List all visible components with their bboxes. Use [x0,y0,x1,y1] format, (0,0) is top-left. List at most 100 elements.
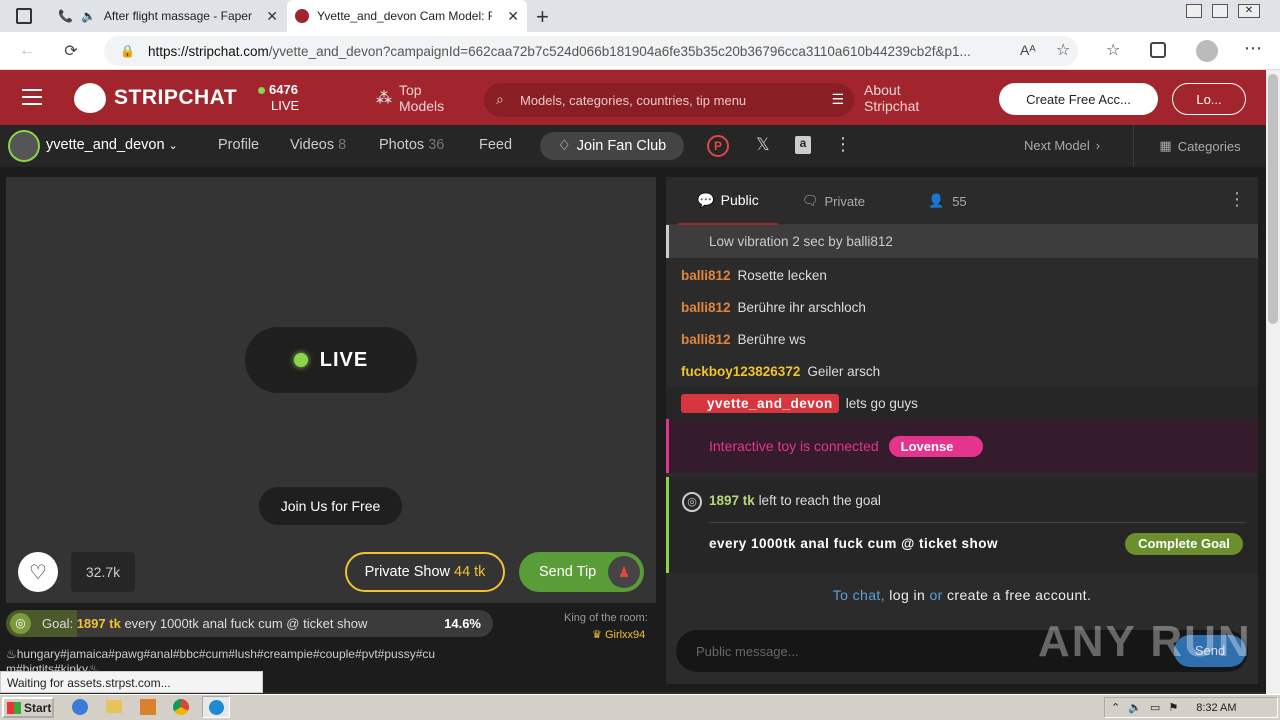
tab-private[interactable]: 🗨 Private [802,177,865,225]
x-twitter-icon[interactable]: 𝕏 [756,135,770,155]
tray-up-icon[interactable]: ⌃ [1111,701,1120,714]
lock-icon: 🔒 [120,44,135,58]
chat-message-model: yvette_and_devon lets go guys [666,387,1258,419]
url-host: https://stripchat.com [148,43,269,59]
join-free-button[interactable]: Join Us for Free [259,487,402,525]
tab-feed[interactable]: Feed [479,137,512,153]
private-show-button[interactable]: Private Show 44 tk [345,552,505,592]
chat-panel: 💬 Public 🗨 Private 👤 55 ⋮ Low vibration 2 s… [666,177,1258,684]
system-tray: ⌃ 🔈 ▭ ⚑ 8:32 AM [1104,697,1278,718]
chrome-icon[interactable] [173,699,189,715]
url-field[interactable]: 🔒 https://stripchat.com/yvette_and_devon… [104,36,1078,66]
chat-message: balli812 Rosette lecken [681,267,827,283]
network-icon[interactable]: ▭ [1150,701,1160,714]
tab-photos[interactable]: Photos 36 [379,137,444,153]
search-input[interactable]: ⌕ Models, categories, countries, tip men… [484,83,854,117]
hamburger-menu-icon[interactable] [22,89,42,105]
phone-icon: 📞 [58,9,73,23]
chat-message: balli812 Berühre ihr arschloch [681,299,866,315]
target-icon: ◎ [682,492,702,512]
media-icon[interactable] [140,699,156,715]
tab-videos[interactable]: Videos 8 [290,137,346,153]
users-count[interactable]: 👤 55 [928,177,967,225]
video-player[interactable]: LIVE Join Us for Free ♡ 32.7k Private Sh… [6,177,656,603]
browser-tab-bar: 📞 🔈 After flight massage - Faper ✕ Yvett… [0,0,1280,32]
likes-count: 32.7k [71,552,135,592]
complete-goal-button[interactable]: Complete Goal [1125,533,1243,555]
watermark: ANY RUN [1038,617,1252,666]
folder-icon[interactable] [106,700,122,713]
status-text: Waiting for assets.strpst.com... [0,671,263,693]
profile-avatar[interactable] [1196,40,1218,62]
king-label: King of the room: [564,612,648,624]
favorite-button[interactable]: ♡ [18,552,58,592]
model-avatar[interactable] [8,130,40,162]
collections-icon[interactable] [1150,42,1166,58]
read-aloud-icon[interactable]: Aᴬ [1020,42,1036,58]
close-icon[interactable]: ✕ [507,8,519,25]
more-vertical-icon[interactable]: ⋮ [834,134,852,155]
chat-menu-icon[interactable]: ⋮ [1228,189,1246,210]
join-fan-club-button[interactable]: ♢ Join Fan Club [540,132,684,160]
logo[interactable]: STRIPCHAT [74,83,237,113]
next-model-button[interactable]: Next Model › [1024,138,1100,153]
toy-connected-notice: Interactive toy is connected Lovense [666,419,1258,473]
patreon-icon[interactable]: P [707,135,729,157]
about-link[interactable]: About Stripchat [864,82,919,114]
live-count[interactable]: 6476 LIVE [258,82,299,114]
login-link[interactable]: log in [889,587,925,603]
flag-icon[interactable]: ⚑ [1168,701,1178,714]
logo-icon [74,83,106,113]
restore-icon[interactable] [1212,4,1228,18]
crown-icon: ♛ [592,629,602,641]
ie-icon[interactable] [72,699,88,715]
tab-active[interactable]: Yvette_and_devon Cam Model: F ✕ [287,0,527,32]
address-bar: ← ⟳ 🔒 https://stripchat.com/yvette_and_d… [0,32,1280,70]
close-window-icon[interactable]: ✕ [1238,4,1260,18]
live-badge: LIVE [245,327,417,393]
page-scrollbar[interactable] [1266,70,1280,694]
login-prompt: To chat, log in or create a free account… [832,587,1092,603]
back-icon[interactable]: ← [16,40,38,62]
chat-bubble-icon: 💬 [697,191,715,208]
close-icon[interactable]: ✕ [266,8,278,25]
stripchat-favicon-icon [295,9,309,23]
user-icon: 👤 [928,193,945,208]
more-icon[interactable]: ⋯ [1244,38,1262,59]
start-button[interactable]: Start [2,697,54,718]
top-models-icon: ⁂ [376,90,392,107]
minimize-icon[interactable] [1186,4,1202,18]
speaker-icon: 🔈 [80,9,96,23]
favorites-icon[interactable]: ☆ [1106,40,1120,60]
login-button[interactable]: Lo... [1172,83,1246,115]
create-account-link[interactable]: create a free account. [947,587,1091,603]
model-username-dropdown[interactable]: yvette_and_devon ⌄ [46,137,178,153]
grid-icon: ▦ [1159,138,1172,153]
create-account-button[interactable]: Create Free Acc... [999,83,1158,115]
chat-bubbles-icon: 🗨 [802,193,819,208]
tab-profile[interactable]: Profile [218,137,259,153]
target-icon: ◎ [10,613,31,634]
refresh-icon[interactable]: ⟳ [60,40,82,62]
edge-icon[interactable] [202,696,230,718]
volume-icon[interactable]: 🔈 [1128,701,1142,714]
url-path: /yvette_and_devon?campaignId=662caa72b7c… [268,43,971,59]
amazon-icon[interactable]: a [795,136,811,154]
tab-inactive[interactable]: 📞 🔈 After flight massage - Faper ✕ [50,0,286,32]
chevron-down-icon: ⌄ [168,140,178,152]
chat-message-system: Low vibration 2 sec by balli812 [666,225,1258,258]
filter-icon[interactable]: ☰ [831,91,844,108]
top-models-link[interactable]: ⁂ Top Models [376,82,444,114]
lovense-badge[interactable]: Lovense [888,435,983,457]
send-tip-button[interactable]: Send Tip ♟ [519,552,644,592]
tab-public[interactable]: 💬 Public [678,177,778,225]
king-name[interactable]: ♛ Girlxx94 [592,628,645,641]
tab-actions-icon[interactable] [16,8,32,24]
tab-title: After flight massage - Faper [103,9,252,23]
scroll-thumb[interactable] [1268,74,1278,324]
favorite-add-icon[interactable]: ☆ [1056,40,1070,60]
chevron-right-icon: › [1095,138,1101,153]
categories-button[interactable]: ▦ Categories [1133,125,1266,167]
chat-message: fuckboy123826372 Geiler arsch [681,363,881,379]
new-tab-icon[interactable]: + [536,4,549,30]
